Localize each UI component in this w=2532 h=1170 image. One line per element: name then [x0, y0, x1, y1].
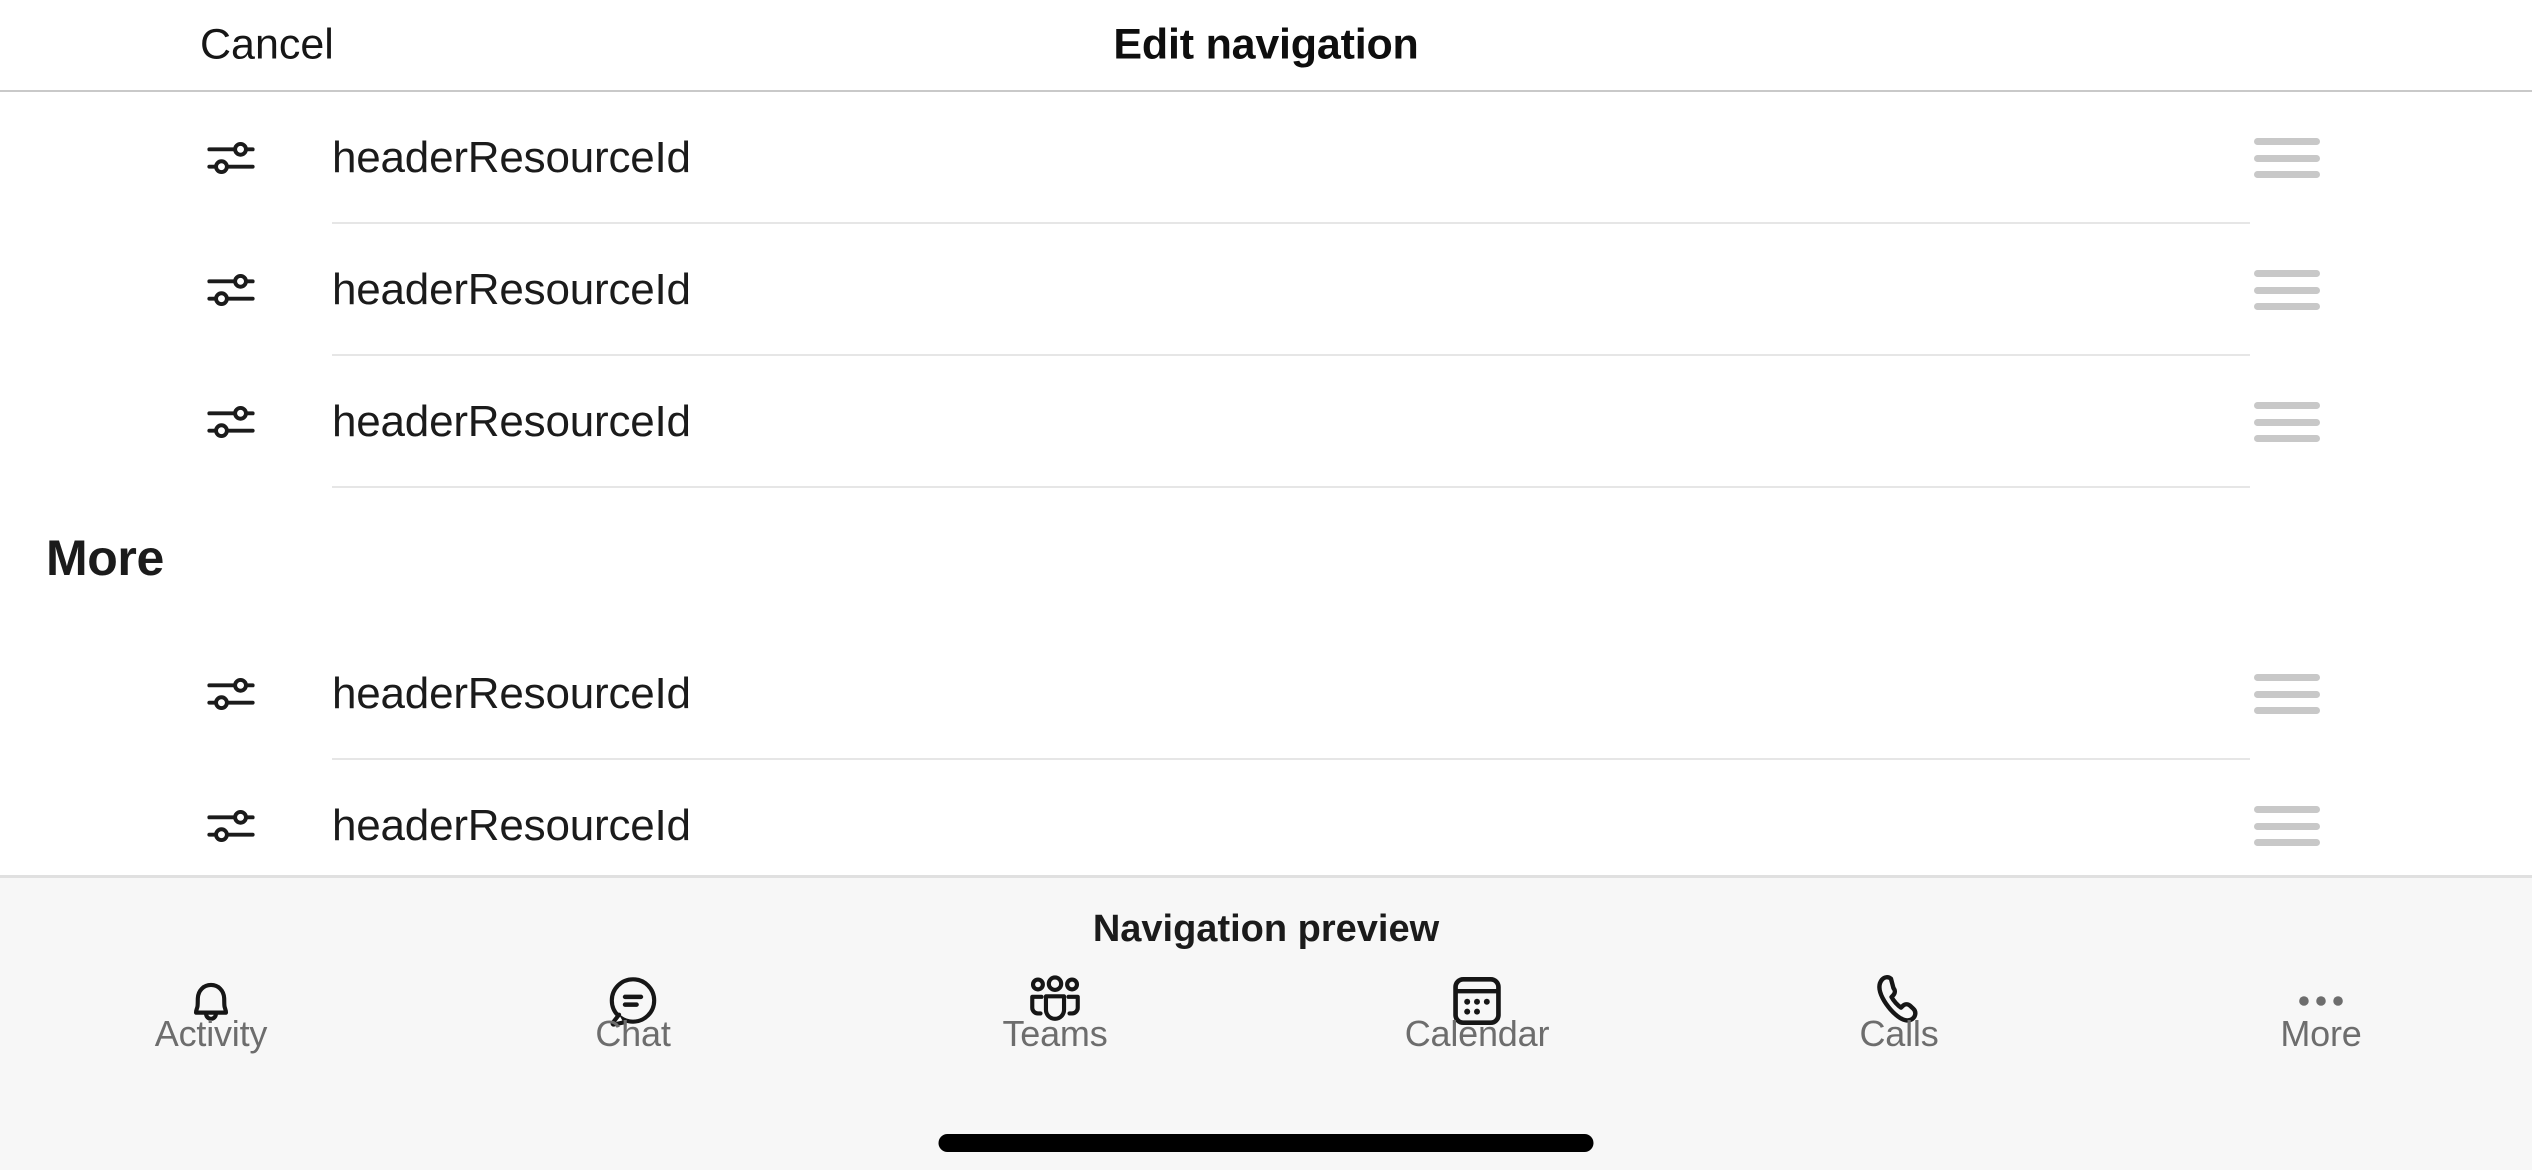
drag-handle-icon[interactable] [2254, 674, 2320, 714]
nav-list-row[interactable]: headerResourceId [0, 92, 2532, 224]
page-title: Edit navigation [1113, 20, 1419, 69]
drag-handle-icon[interactable] [2254, 806, 2320, 846]
tab-calendar[interactable]: Calendar [1266, 964, 1688, 1089]
tab-bar: Activity Chat Teams Calendar Calls More [0, 964, 2532, 1089]
screen-header: Cancel Edit navigation [0, 0, 2532, 92]
tab-chat[interactable]: Chat [422, 964, 844, 1089]
navigation-preview-panel: Navigation preview Activity Chat Teams Cale… [0, 875, 2532, 1170]
sliders-icon [205, 668, 257, 720]
tab-label: Calls [1859, 1013, 1939, 1054]
home-indicator [938, 1134, 1594, 1152]
drag-handle-icon[interactable] [2254, 138, 2320, 178]
nav-list-row[interactable]: headerResourceId [0, 760, 2532, 875]
tab-teams[interactable]: Teams [844, 964, 1266, 1089]
navigation-list[interactable]: headerResourceId headerResourceId headerRe… [0, 92, 2532, 875]
drag-handle-icon[interactable] [2254, 270, 2320, 310]
sliders-icon [205, 132, 257, 184]
tab-calls[interactable]: Calls [1688, 964, 2110, 1089]
sliders-icon [205, 800, 257, 852]
edit-navigation-screen: Cancel Edit navigation headerResourceId h… [0, 0, 2532, 1170]
nav-list-row-label: headerResourceId [332, 265, 691, 314]
sliders-icon [205, 396, 257, 448]
sliders-icon [205, 264, 257, 316]
more-section-header: More [0, 488, 2532, 628]
nav-list-row[interactable]: headerResourceId [0, 628, 2532, 760]
tab-label: Calendar [1404, 1013, 1550, 1054]
more-section-title: More [46, 530, 164, 586]
tab-label: Activity [154, 1013, 268, 1054]
drag-handle-icon[interactable] [2254, 402, 2320, 442]
tab-label: Teams [1002, 1013, 1108, 1054]
nav-list-row-label: headerResourceId [332, 397, 691, 446]
nav-list-row[interactable]: headerResourceId [0, 224, 2532, 356]
nav-list-row-label: headerResourceId [332, 669, 691, 718]
tab-label: Chat [595, 1013, 671, 1054]
navigation-preview-title: Navigation preview [1092, 908, 1440, 950]
nav-list-row-label: headerResourceId [332, 801, 691, 850]
tab-activity[interactable]: Activity [0, 964, 422, 1089]
nav-list-row-label: headerResourceId [332, 133, 691, 182]
tab-label: More [2280, 1013, 2362, 1054]
tab-more[interactable]: More [2110, 964, 2532, 1089]
nav-list-row[interactable]: headerResourceId [0, 356, 2532, 488]
